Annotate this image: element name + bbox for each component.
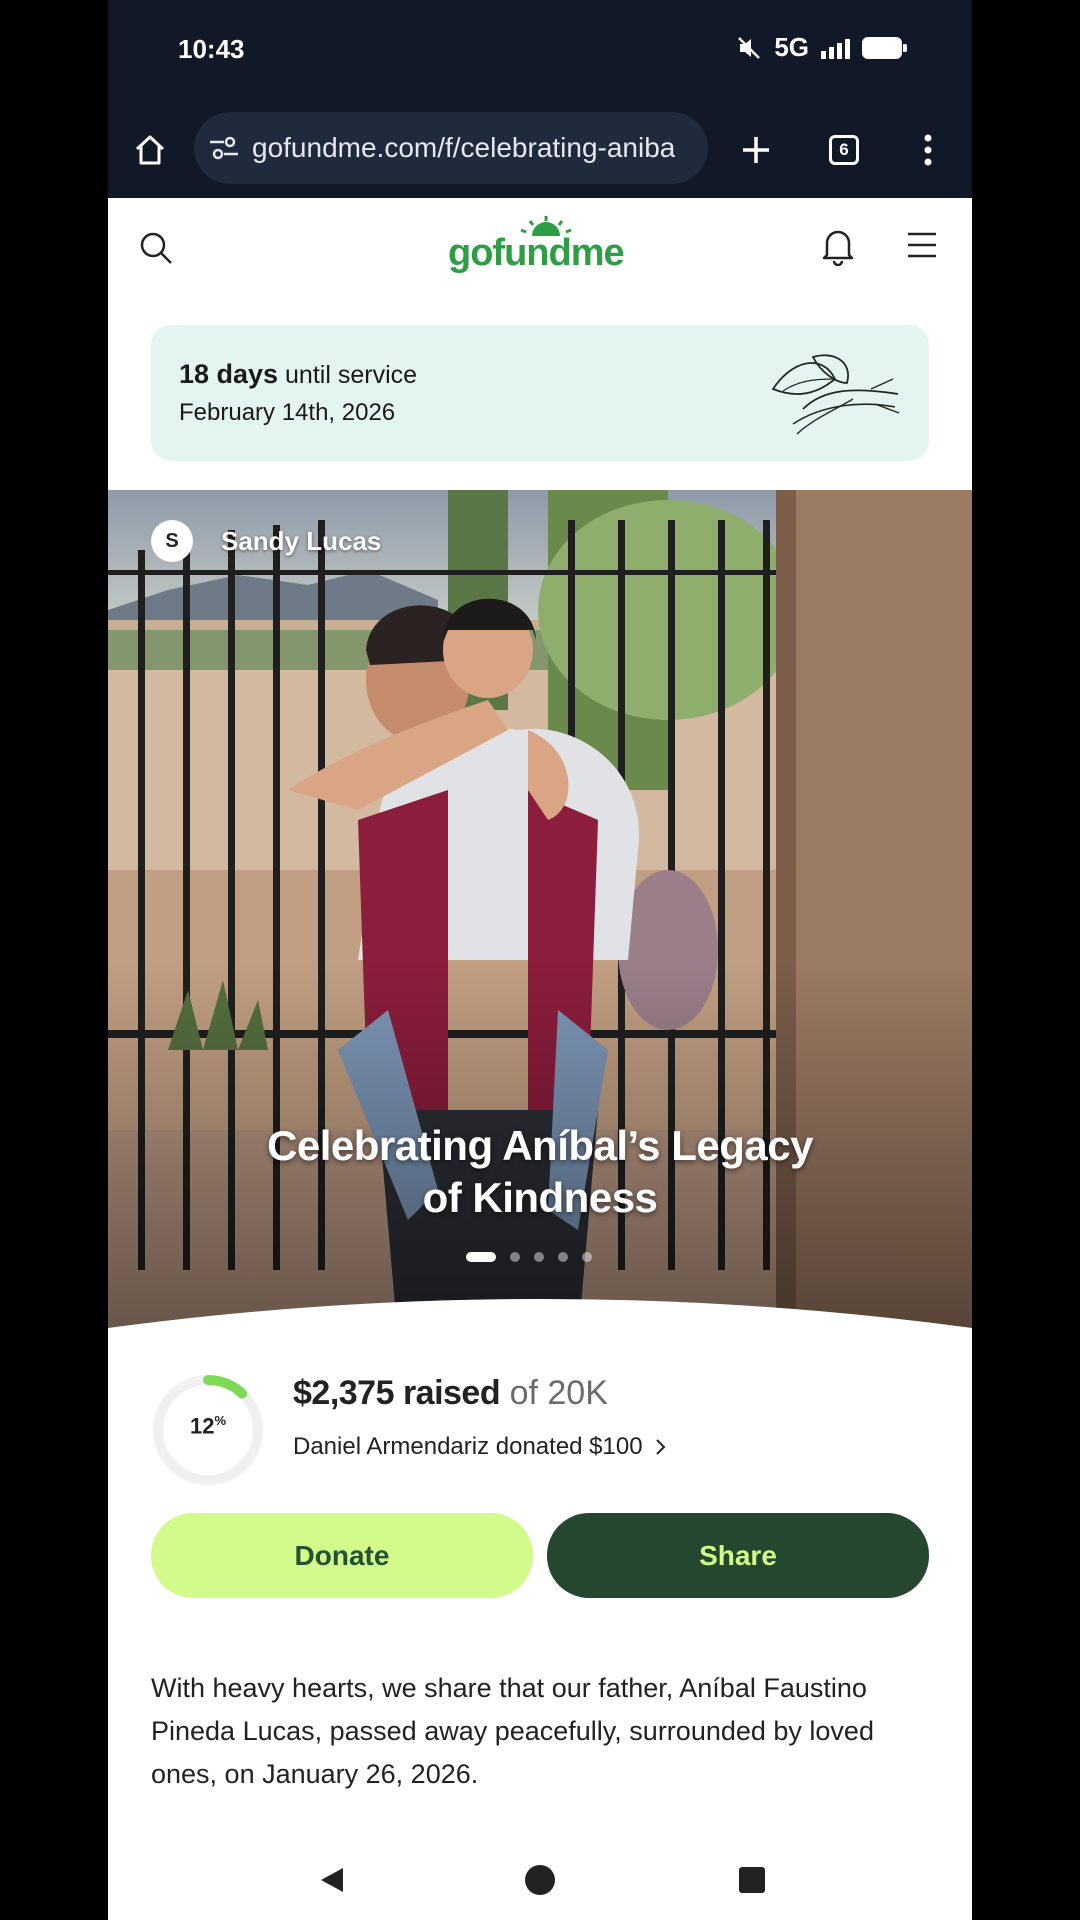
- service-until: until service: [285, 361, 418, 389]
- progress-percent-value: 12: [189, 1413, 215, 1439]
- url-text: gofundme.com/f/celebrating-aniba: [252, 132, 676, 163]
- share-button[interactable]: Share: [547, 1513, 929, 1598]
- browser-toolbar: gofundme.com/f/celebrating-aniba 6: [108, 100, 972, 198]
- organizer-name: Sandy Lucas: [221, 525, 382, 556]
- status-time: 10:43: [178, 34, 245, 64]
- chevron-right-icon: [655, 1439, 665, 1455]
- system-nav-bar: [108, 1836, 972, 1920]
- bell-icon[interactable]: [820, 226, 856, 266]
- raised-amount: $2,375 raised: [293, 1374, 501, 1412]
- battery-icon: [862, 36, 907, 59]
- home-icon[interactable]: [122, 122, 178, 178]
- service-countdown: 18 days until service: [179, 359, 417, 390]
- carousel-dot[interactable]: [582, 1252, 592, 1262]
- organizer[interactable]: S Sandy Lucas: [151, 520, 381, 562]
- more-icon[interactable]: [900, 122, 956, 178]
- service-countdown-card: 18 days until service February 14th, 202…: [151, 325, 929, 461]
- mute-icon: [738, 36, 761, 59]
- campaign-title-line-2: of Kindness: [422, 1174, 658, 1221]
- status-bar: 10:43 5G: [108, 0, 972, 100]
- site-settings-icon[interactable]: [208, 135, 240, 161]
- network-type: 5G: [774, 32, 809, 62]
- status-indicators: 5G: [736, 32, 907, 63]
- campaign-hero-image[interactable]: S Sandy Lucas Celebrating Aníbal’s Legac…: [108, 490, 972, 1340]
- service-days: 18 days: [179, 359, 279, 389]
- organizer-avatar: S: [151, 520, 193, 562]
- raised-goal: of 20K: [509, 1374, 608, 1412]
- recent-donation-link[interactable]: Daniel Armendariz donated $100: [293, 1433, 667, 1461]
- campaign-title: Celebrating Aníbal’s Legacy of Kindness: [168, 1120, 912, 1224]
- progress-percent-sign: %: [214, 1413, 227, 1428]
- phone-screen: 10:43 5G gofundme.com/f/celebrating-anib…: [108, 0, 972, 1920]
- lily-flower-icon: [771, 354, 900, 435]
- hero-bottom-curve: [108, 1299, 972, 1340]
- search-icon[interactable]: [138, 230, 174, 266]
- menu-icon[interactable]: [906, 230, 938, 260]
- carousel-dot[interactable]: [510, 1252, 520, 1262]
- campaign-title-line-1: Celebrating Aníbal’s Legacy: [267, 1122, 813, 1169]
- carousel-dot[interactable]: [534, 1252, 544, 1262]
- service-date: February 14th, 2026: [179, 399, 396, 426]
- campaign-story: With heavy hearts, we share that our fat…: [151, 1673, 874, 1789]
- gofundme-logo[interactable]: gofundme: [448, 216, 638, 278]
- site-header: gofundme: [108, 198, 972, 298]
- new-tab-icon[interactable]: [728, 122, 784, 178]
- carousel-dot[interactable]: [558, 1252, 568, 1262]
- address-bar[interactable]: gofundme.com/f/celebrating-aniba: [194, 112, 708, 184]
- home-nav-icon[interactable]: [516, 1856, 564, 1904]
- recents-icon[interactable]: [728, 1856, 776, 1904]
- recent-donation-text: Daniel Armendariz donated $100: [293, 1433, 643, 1460]
- tab-switcher-button[interactable]: 6: [816, 122, 872, 178]
- logo-text: gofundme: [448, 232, 625, 274]
- raised-summary: $2,375 raised of 20K: [293, 1374, 608, 1413]
- carousel-dot[interactable]: [466, 1252, 496, 1262]
- back-icon[interactable]: [308, 1856, 356, 1904]
- tab-count: 6: [829, 135, 859, 165]
- signal-icon: [821, 37, 850, 59]
- carousel-indicators: [466, 1252, 592, 1262]
- progress-percent: 12%: [150, 1413, 266, 1439]
- donate-button[interactable]: Donate: [151, 1513, 533, 1598]
